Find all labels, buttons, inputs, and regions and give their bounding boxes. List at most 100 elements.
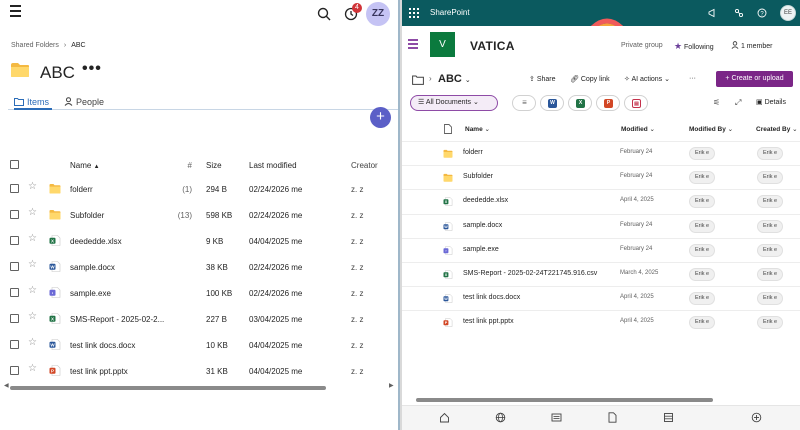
ai-actions-button[interactable]: ✧ AI actions ⌄ (624, 75, 670, 83)
app-launcher-icon[interactable] (409, 8, 419, 18)
more-commands-button[interactable]: ··· (689, 75, 696, 82)
user-avatar[interactable]: EE (780, 5, 796, 21)
filter-pill[interactable]: ≡ (512, 95, 536, 111)
file-name[interactable]: deededde.xlsx (463, 197, 508, 204)
more-options-button[interactable]: ••• (82, 60, 102, 78)
modified-by-persona[interactable]: Erik e (689, 316, 716, 330)
members-button[interactable]: 1 member (731, 41, 772, 50)
app-name[interactable]: SharePoint (430, 8, 470, 17)
table-row[interactable]: ☆ Wtest link docs.docx 10 KB 04/04/2025 me z… (0, 332, 398, 358)
add-button[interactable]: + (370, 107, 391, 128)
created-by-persona[interactable]: Erik e (757, 147, 784, 160)
file-name[interactable]: sample.docx (70, 263, 170, 272)
table-row[interactable]: Wsample.docx February 24 Erik e Erik e (402, 213, 800, 238)
help-icon[interactable]: ? (757, 8, 767, 18)
table-row[interactable]: ☆ Subfolder (13) 598 KB 02/24/2026 me z. z (0, 202, 398, 228)
created-by-persona[interactable]: Erik e (757, 219, 784, 233)
file-name[interactable]: Subfolder (70, 211, 170, 220)
table-row[interactable]: › sample.exe February 24 Erik e Erik e (402, 237, 800, 262)
list-icon[interactable] (663, 412, 674, 423)
row-checkbox[interactable] (10, 262, 19, 271)
scroll-right-arrow-icon[interactable]: ▶ (389, 382, 394, 389)
favorite-star-icon[interactable]: ☆ (28, 181, 37, 192)
table-row[interactable]: ☆ Wsample.docx 38 KB 02/24/2026 me z. z (0, 254, 398, 280)
hamburger-menu-icon[interactable] (10, 5, 22, 19)
scroll-left-arrow-icon[interactable]: ◀ (4, 382, 9, 389)
table-row[interactable]: Wtest link docs.docx April 4, 2025 Erik e E… (402, 286, 800, 310)
modified-by-persona[interactable]: Erik e (689, 171, 716, 185)
column-header-count[interactable]: # (160, 161, 192, 170)
row-checkbox[interactable] (10, 288, 19, 297)
row-checkbox[interactable] (10, 366, 19, 375)
user-avatar[interactable]: ZZ (366, 2, 390, 26)
megaphone-icon[interactable] (708, 8, 718, 18)
modified-by-persona[interactable]: Erik e (689, 268, 716, 281)
favorite-star-icon[interactable]: ☆ (28, 337, 37, 348)
share-button[interactable]: ⇪ Share (529, 75, 556, 83)
favorite-star-icon[interactable]: ☆ (28, 311, 37, 322)
created-by-persona[interactable]: Erik e (757, 292, 784, 306)
file-name[interactable]: folderr (70, 185, 170, 194)
file-name[interactable]: Subfolder (463, 173, 493, 180)
file-name[interactable]: test link docs.docx (463, 294, 520, 301)
table-row[interactable]: ☆ folderr (1) 294 B 02/24/2026 me z. z (0, 176, 398, 202)
horizontal-scrollbar[interactable] (10, 386, 326, 390)
sort-filter-icon[interactable]: ⚟ (713, 98, 720, 107)
row-checkbox[interactable] (10, 236, 19, 245)
table-row[interactable]: X SMS-Report - 2025-02-24T221745.916.csv M… (402, 262, 800, 286)
pdf-filter-pill[interactable]: ▤ (624, 95, 648, 111)
search-icon[interactable] (316, 6, 332, 22)
table-row[interactable]: ☆ › sample.exe 100 KB 02/24/2026 me z. z (0, 280, 398, 306)
row-checkbox[interactable] (10, 314, 19, 323)
created-by-persona[interactable]: Erik e (757, 171, 784, 185)
file-name[interactable]: test link ppt.pptx (463, 318, 514, 325)
created-by-persona[interactable]: Erik e (757, 195, 784, 209)
column-header-name[interactable]: Name ▲ (70, 161, 170, 170)
favorite-star-icon[interactable]: ☆ (28, 233, 37, 244)
favorite-star-icon[interactable]: ☆ (28, 285, 37, 296)
table-row[interactable]: folderr February 24 Erik e Erik e (402, 141, 800, 165)
create-or-upload-button[interactable]: + Create or upload (716, 71, 793, 87)
column-header-creator[interactable]: Creator (351, 161, 378, 170)
table-row[interactable]: ☆ Xdeededde.xlsx 9 KB 04/04/2025 me z. z (0, 228, 398, 254)
document-icon[interactable] (607, 412, 618, 423)
file-name[interactable]: sample.exe (463, 246, 499, 253)
file-name[interactable]: SMS-Report - 2025-02-24T221745.916.csv (463, 270, 597, 277)
created-by-persona[interactable]: Erik e (757, 243, 784, 257)
file-name[interactable]: sample.docx (463, 222, 502, 229)
powerpoint-filter-pill[interactable]: P (596, 95, 620, 111)
expand-icon[interactable]: ⤢ (735, 98, 741, 108)
file-name[interactable]: test link ppt.pptx (70, 367, 170, 376)
network-icon[interactable] (734, 8, 744, 18)
file-name[interactable]: deededde.xlsx (70, 237, 170, 246)
favorite-star-icon[interactable]: ☆ (28, 259, 37, 270)
table-row[interactable]: Subfolder February 24 Erik e Erik e (402, 165, 800, 189)
created-by-persona[interactable]: Erik e (757, 316, 784, 330)
add-circle-icon[interactable] (751, 412, 762, 423)
news-icon[interactable] (551, 412, 562, 423)
file-name[interactable]: test link docs.docx (70, 341, 170, 350)
site-title[interactable]: VATICA (470, 39, 515, 53)
file-name[interactable]: sample.exe (70, 289, 170, 298)
row-checkbox[interactable] (10, 210, 19, 219)
following-button[interactable]: ★ Following (674, 41, 714, 52)
file-name[interactable]: SMS-Report - 2025-02-2... (70, 315, 170, 324)
select-all-checkbox[interactable] (10, 160, 19, 169)
details-pane-button[interactable]: ▣ Details (756, 98, 786, 106)
table-row[interactable]: ☆ Ptest link ppt.pptx 31 KB 04/04/2025 me z.… (0, 358, 398, 384)
column-header-created-by[interactable]: Created By ⌄ (756, 125, 798, 133)
file-type-header-icon[interactable] (444, 124, 452, 134)
breadcrumb-shared-folders[interactable]: Shared Folders (11, 42, 59, 49)
column-header-name[interactable]: Name ⌄ (465, 125, 490, 133)
modified-by-persona[interactable]: Erik e (689, 195, 716, 209)
word-filter-pill[interactable]: W (540, 95, 564, 111)
modified-by-persona[interactable]: Erik e (689, 147, 716, 160)
table-row[interactable]: ☆ X SMS-Report - 2025-02-2... 227 B 03/04/20… (0, 306, 398, 332)
modified-by-persona[interactable]: Erik e (689, 219, 716, 233)
modified-by-persona[interactable]: Erik e (689, 243, 716, 257)
created-by-persona[interactable]: Erik e (757, 268, 784, 281)
favorite-star-icon[interactable]: ☆ (28, 363, 37, 374)
site-nav-menu-icon[interactable] (408, 39, 420, 51)
table-row[interactable]: Xdeededde.xlsx April 4, 2025 Erik e Erik e (402, 189, 800, 213)
row-checkbox[interactable] (10, 184, 19, 193)
